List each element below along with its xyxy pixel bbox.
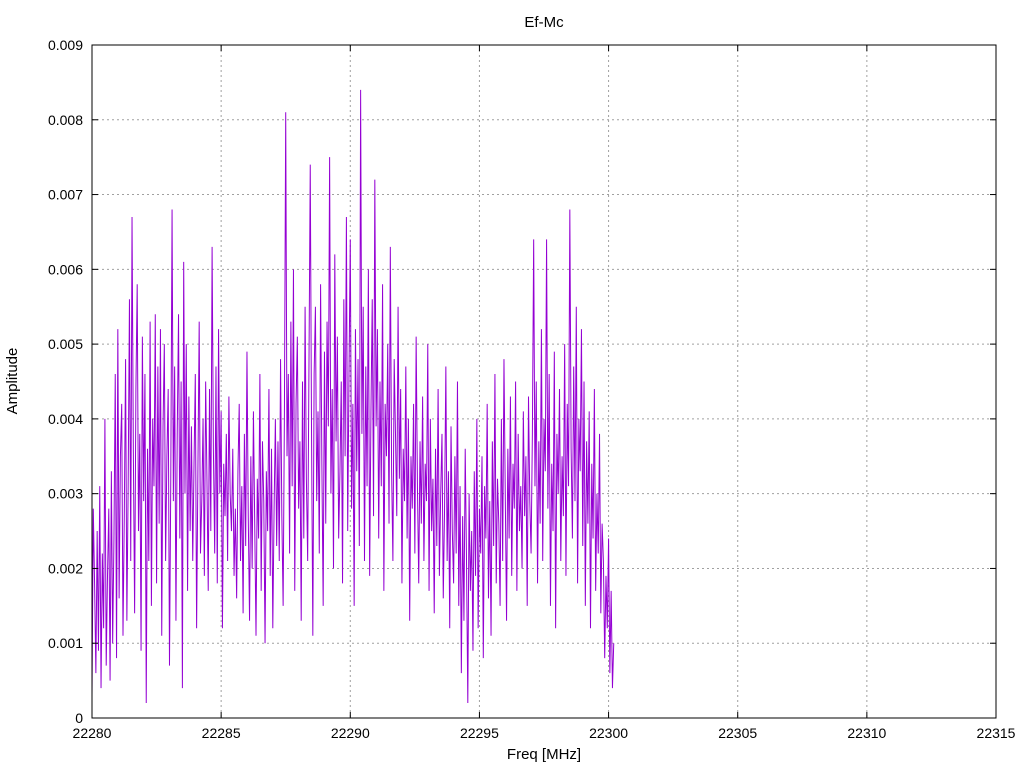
chart-svg: 22280 22285 22290 22295 22300 22305 22310 22315… [4, 14, 1016, 763]
y-tick-label: 0.009 [48, 37, 83, 53]
chart-container: 22280 22285 22290 22295 22300 22305 22310 22315… [0, 0, 1024, 768]
plot-frame [91, 44, 997, 719]
y-tick-label: 0.003 [48, 486, 83, 502]
grid-layer [92, 45, 996, 718]
y-tick-label: 0.008 [48, 112, 83, 128]
x-tick-label: 22285 [202, 725, 241, 741]
x-tick-label: 22290 [331, 725, 370, 741]
series-layer [91, 89, 615, 704]
y-tick-label: 0 [75, 710, 83, 726]
x-tick-label: 22310 [847, 725, 886, 741]
x-tick-label: 22315 [977, 725, 1016, 741]
y-axis-title: Amplitude [4, 348, 21, 415]
y-tick-label: 0.001 [48, 635, 83, 651]
y-tick-label: 0.007 [48, 187, 83, 203]
chart-title: Ef-Mc [524, 14, 564, 31]
tick-labels-layer: 22280 22285 22290 22295 22300 22305 22310 22315… [48, 37, 1016, 741]
x-tick-label: 22305 [718, 725, 757, 741]
y-tick-label: 0.006 [48, 261, 83, 277]
ticks-layer [91, 44, 997, 719]
series-line [91, 89, 615, 704]
y-tick-label: 0.002 [48, 560, 83, 576]
x-axis-title: Freq [MHz] [507, 746, 581, 763]
y-tick-label: 0.005 [48, 336, 83, 352]
x-tick-label: 22295 [460, 725, 499, 741]
y-tick-label: 0.004 [48, 411, 83, 427]
x-tick-label: 22280 [73, 725, 112, 741]
x-tick-label: 22300 [589, 725, 628, 741]
